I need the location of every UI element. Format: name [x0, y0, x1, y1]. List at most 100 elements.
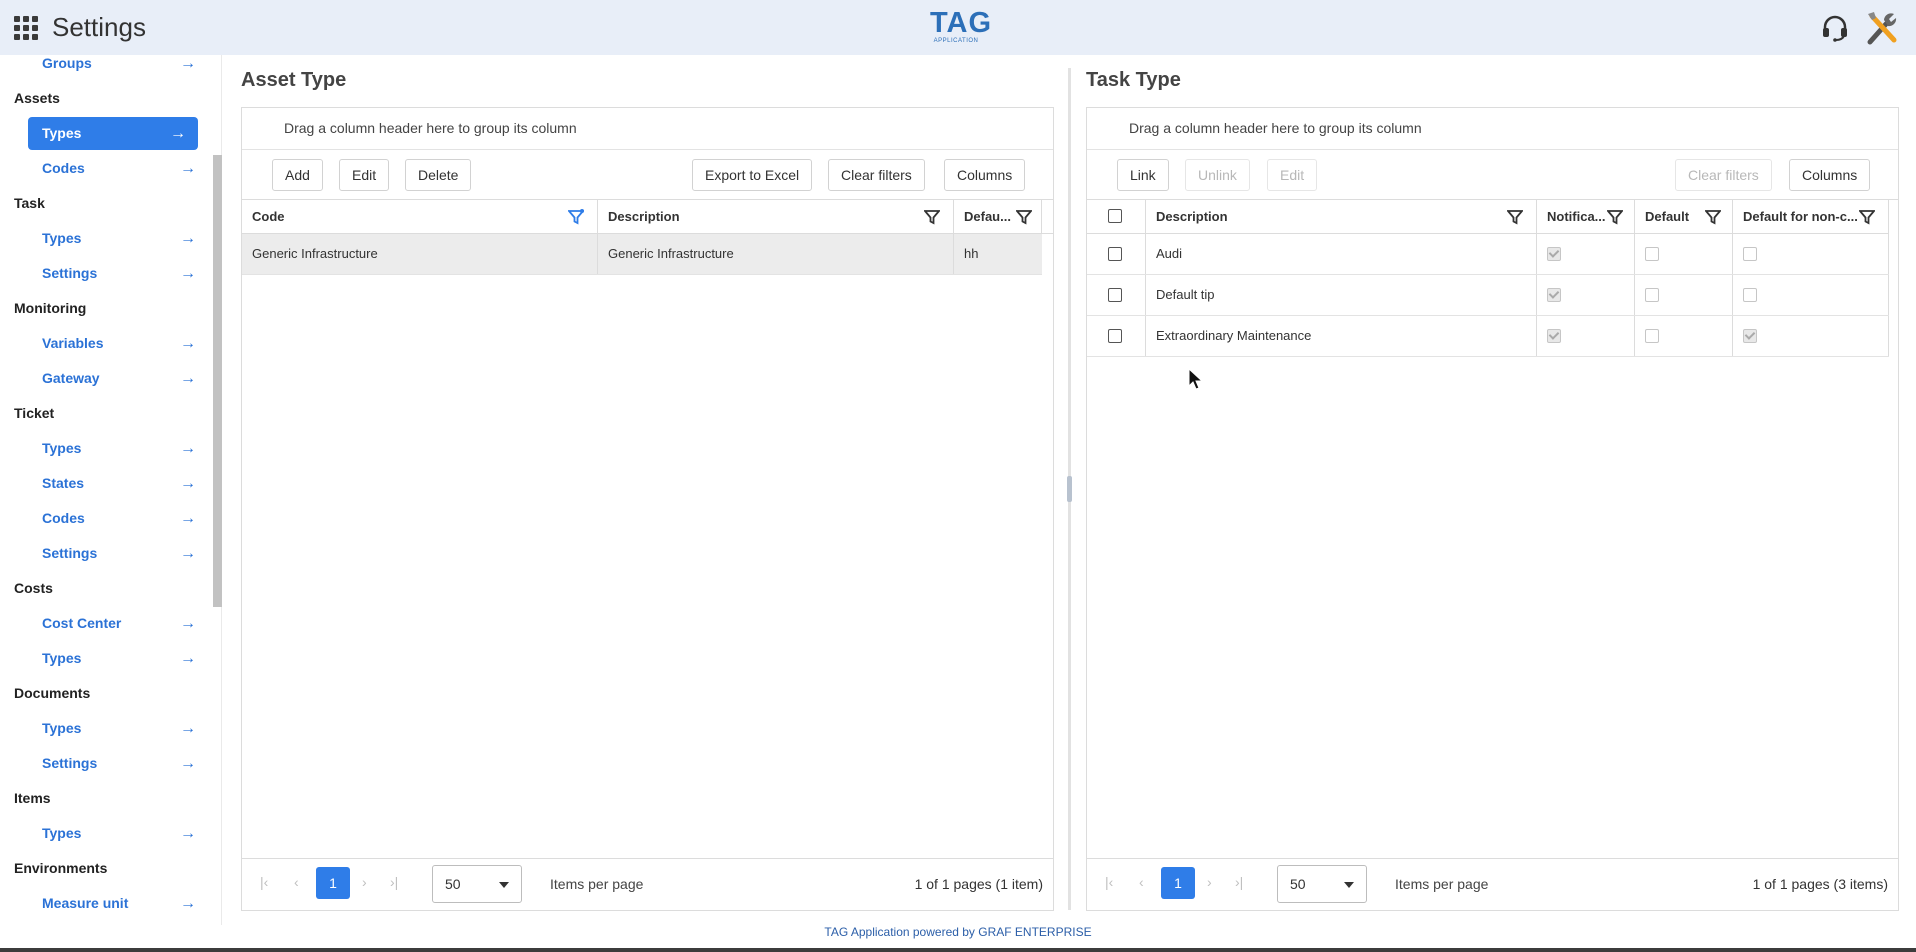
filter-icon[interactable]: [924, 209, 940, 225]
pager-info: 1 of 1 pages (3 items): [1752, 876, 1888, 892]
sidebar-item-label: Settings: [42, 265, 98, 281]
sidebar-item-task-types[interactable]: Types →: [0, 221, 210, 256]
sidebar-item-label: Measure unit: [42, 895, 129, 911]
tag-logo: TAG APPLICATION: [930, 8, 991, 44]
next-page-icon[interactable]: ›: [362, 874, 367, 890]
sidebar-item-cost-types[interactable]: Types →: [0, 641, 210, 676]
sidebar-item-ticket-codes[interactable]: Codes →: [0, 501, 210, 536]
prev-page-icon[interactable]: ‹: [1139, 874, 1144, 890]
cell-default: [1635, 275, 1733, 315]
sidebar-item-label: Types: [42, 230, 82, 246]
clear-filters-button[interactable]: Clear filters: [828, 159, 925, 191]
table-row[interactable]: Extraordinary Maintenance: [1087, 316, 1889, 357]
arrow-right-icon: →: [180, 475, 196, 492]
sidebar-item-cost-center[interactable]: Cost Center →: [0, 606, 210, 641]
filter-icon[interactable]: [1859, 209, 1875, 225]
table-row[interactable]: Default tip: [1087, 275, 1889, 316]
sidebar-item-label: Types: [42, 650, 82, 666]
select-all-checkbox[interactable]: [1108, 209, 1122, 223]
sidebar-section-items: Items: [14, 790, 51, 806]
page-button[interactable]: 1: [316, 867, 350, 899]
filter-icon[interactable]: [1016, 209, 1032, 225]
column-header-default-non-c[interactable]: Default for non-c...: [1733, 200, 1889, 234]
sidebar-item-label: Codes: [42, 510, 85, 526]
delete-button[interactable]: Delete: [405, 159, 472, 191]
page-button[interactable]: 1: [1161, 867, 1195, 899]
clear-filters-button[interactable]: Clear filters: [1675, 159, 1772, 191]
sidebar-scrollbar[interactable]: [213, 155, 222, 607]
filter-icon[interactable]: [1507, 209, 1523, 225]
page-size-select[interactable]: 50: [432, 865, 522, 903]
sidebar-section-documents: Documents: [14, 685, 91, 701]
link-button[interactable]: Link: [1117, 159, 1169, 191]
column-header-default[interactable]: Default: [1635, 200, 1733, 234]
cell-description: Extraordinary Maintenance: [1146, 316, 1537, 356]
filter-icon[interactable]: [1705, 209, 1721, 225]
table-row[interactable]: Audi: [1087, 234, 1889, 275]
filter-icon[interactable]: [1607, 209, 1623, 225]
prev-page-icon[interactable]: ‹: [294, 874, 299, 890]
apps-grid-icon[interactable]: [14, 16, 38, 40]
headset-support-icon[interactable]: [1820, 14, 1850, 42]
cell-description: Audi: [1146, 234, 1537, 274]
group-drop-area[interactable]: Drag a column header here to group its c…: [242, 108, 1053, 150]
default-checkbox: [1645, 288, 1659, 302]
edit-button[interactable]: Edit: [339, 159, 390, 191]
sidebar-item-label: Types: [42, 125, 82, 141]
column-header-code[interactable]: Code: [242, 200, 598, 234]
first-page-icon[interactable]: |‹: [260, 874, 268, 890]
column-header-description[interactable]: Description: [598, 200, 954, 234]
sidebar-item-task-settings[interactable]: Settings →: [0, 256, 210, 291]
caret-down-icon: [499, 882, 509, 888]
page-size-select[interactable]: 50: [1277, 865, 1367, 903]
tools-icon[interactable]: [1864, 10, 1900, 46]
sidebar-item-document-types[interactable]: Types →: [0, 711, 210, 746]
table-row[interactable]: Generic Infrastructure Generic Infrastru…: [242, 234, 1042, 275]
notification-checkbox: [1547, 329, 1561, 343]
sidebar-item-label: Settings: [42, 545, 98, 561]
sidebar-item-ticket-types[interactable]: Types →: [0, 431, 210, 466]
splitter-handle[interactable]: [1067, 476, 1072, 502]
unlink-button[interactable]: Unlink: [1185, 159, 1250, 191]
first-page-icon[interactable]: |‹: [1105, 874, 1113, 890]
next-page-icon[interactable]: ›: [1207, 874, 1212, 890]
group-drop-area[interactable]: Drag a column header here to group its c…: [1087, 108, 1898, 150]
row-select-checkbox[interactable]: [1108, 288, 1122, 302]
sidebar-item-groups[interactable]: Groups →: [0, 55, 210, 81]
task-type-title: Task Type: [1086, 69, 1181, 91]
arrow-right-icon: →: [180, 265, 196, 282]
arrow-right-icon: →: [180, 55, 196, 72]
add-button[interactable]: Add: [272, 159, 323, 191]
column-header-default[interactable]: Defau...: [954, 200, 1042, 234]
column-header-description[interactable]: Description: [1146, 200, 1537, 234]
export-excel-button[interactable]: Export to Excel: [692, 159, 813, 191]
sidebar-item-variables[interactable]: Variables →: [0, 326, 210, 361]
row-select-checkbox[interactable]: [1108, 247, 1122, 261]
sidebar-item-item-types[interactable]: Types →: [0, 816, 210, 851]
cell-default-non: [1733, 234, 1889, 274]
page-size-value: 50: [445, 876, 461, 892]
row-select-checkbox[interactable]: [1108, 329, 1122, 343]
arrow-right-icon: →: [180, 370, 196, 387]
sidebar-item-label: Codes: [42, 160, 85, 176]
sidebar-item-asset-types[interactable]: Types →: [28, 117, 198, 150]
columns-button[interactable]: Columns: [944, 159, 1026, 191]
column-header-notification[interactable]: Notifica...: [1537, 200, 1635, 234]
sidebar-item-gateway[interactable]: Gateway →: [0, 361, 210, 396]
sidebar-item-asset-codes[interactable]: Codes →: [0, 151, 210, 186]
task-pager: |‹ ‹ 1 › ›| 50 Items per page 1 of 1 pag…: [1087, 858, 1898, 910]
columns-button[interactable]: Columns: [1789, 159, 1871, 191]
last-page-icon[interactable]: ›|: [390, 874, 398, 890]
sidebar-item-label: Types: [42, 440, 82, 456]
cell-description: Default tip: [1146, 275, 1537, 315]
sidebar-item-document-settings[interactable]: Settings →: [0, 746, 210, 781]
sidebar-item-ticket-settings[interactable]: Settings →: [0, 536, 210, 571]
arrow-right-icon: →: [180, 230, 196, 247]
sidebar-item-measure-unit[interactable]: Measure unit →: [0, 886, 210, 921]
last-page-icon[interactable]: ›|: [1235, 874, 1243, 890]
asset-table-header: Code Description Defau...: [242, 200, 1053, 234]
filter-active-icon[interactable]: [568, 209, 584, 225]
asset-toolbar: Add Edit Delete Export to Excel Clear fi…: [242, 150, 1053, 200]
sidebar-item-ticket-states[interactable]: States →: [0, 466, 210, 501]
edit-button[interactable]: Edit: [1267, 159, 1318, 191]
